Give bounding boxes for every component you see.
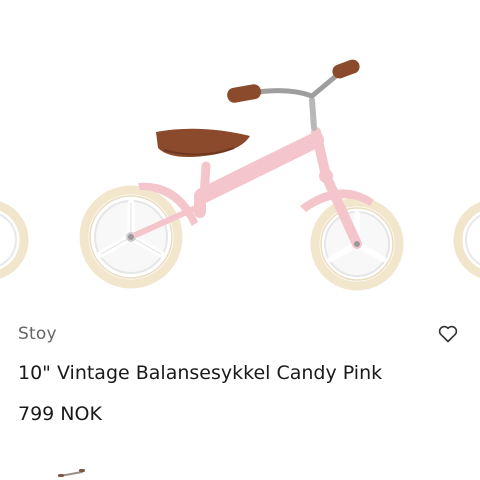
- next-product-thumbnail[interactable]: [56, 466, 88, 480]
- heart-outline-icon: [438, 325, 458, 343]
- product-price: 799 NOK: [18, 403, 102, 425]
- next-slide-wheel: [453, 202, 480, 278]
- prev-slide-wheel: [0, 201, 29, 279]
- product-title[interactable]: 10" Vintage Balansesykkel Candy Pink: [18, 362, 382, 384]
- balance-bike: [79, 59, 404, 291]
- wishlist-button[interactable]: [436, 322, 460, 346]
- product-brand[interactable]: Stoy: [18, 324, 57, 344]
- product-info: Stoy 10" Vintage Balansesykkel Candy Pin…: [0, 310, 480, 480]
- product-image-carousel[interactable]: [0, 0, 480, 310]
- product-image: [0, 59, 480, 291]
